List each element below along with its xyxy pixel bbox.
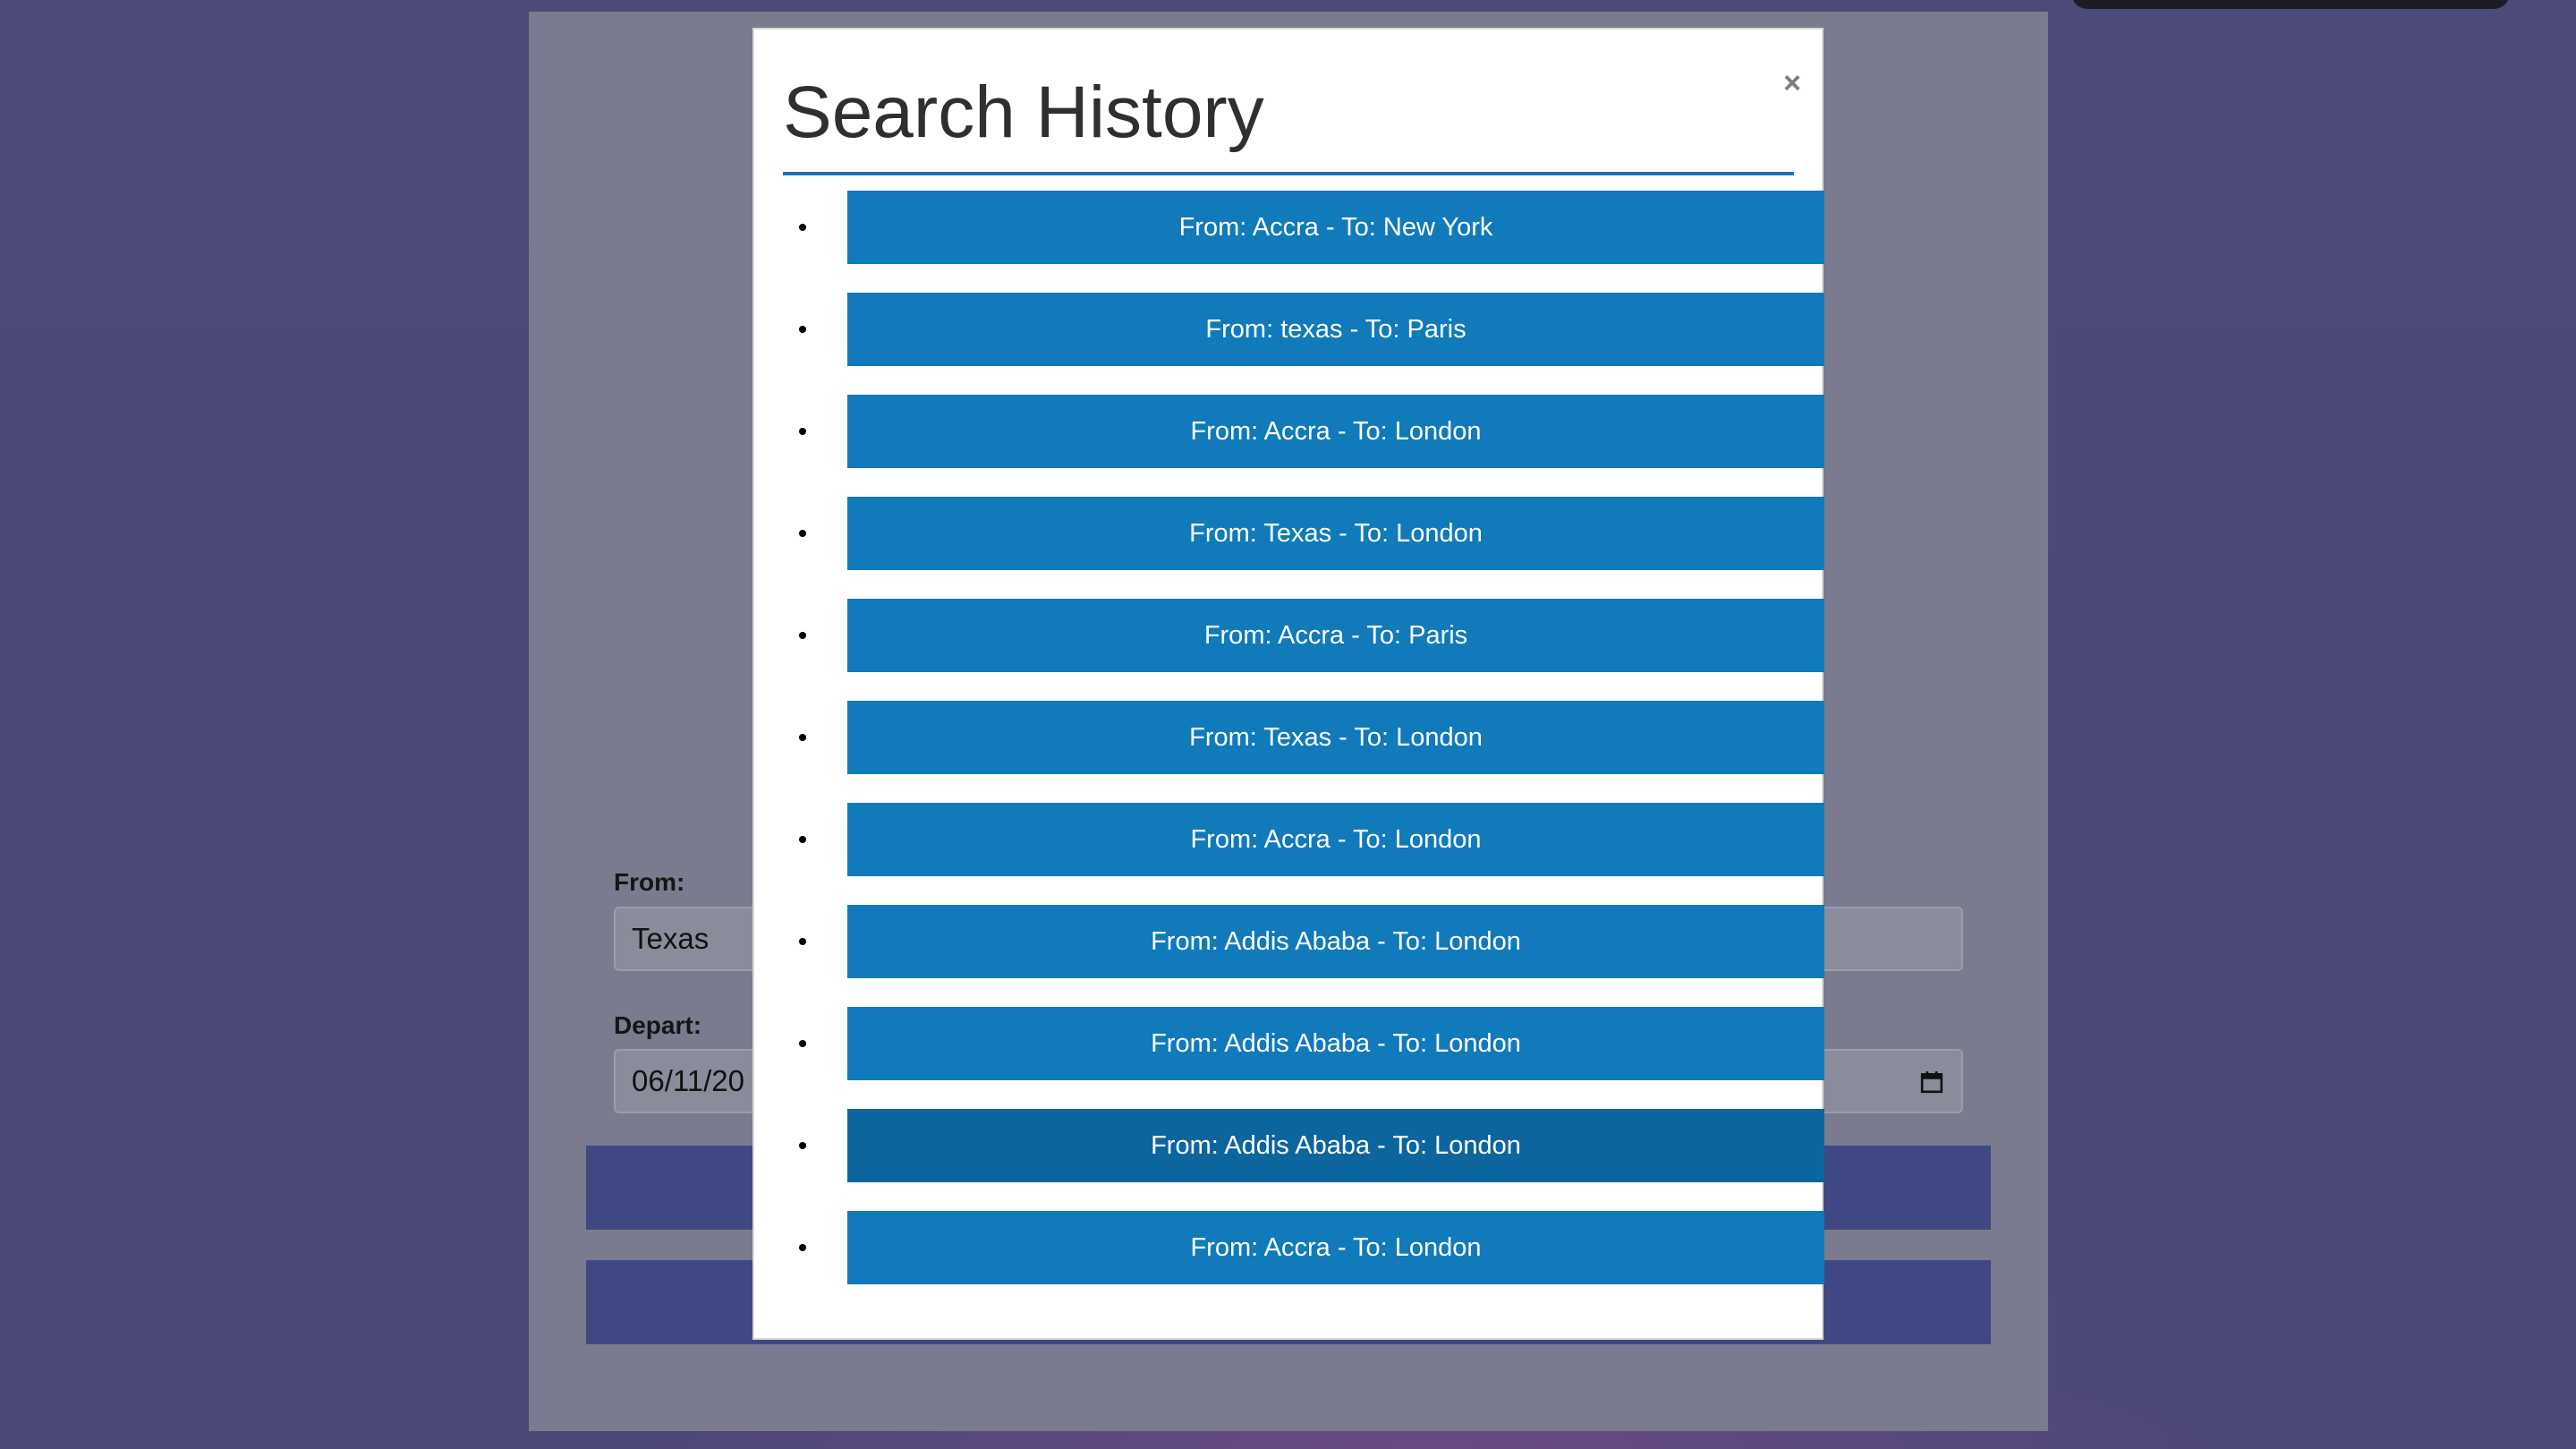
bullet-icon <box>799 938 806 945</box>
from-input-value: Texas <box>632 922 710 955</box>
list-item: From: Accra - To: Paris <box>783 599 1824 672</box>
history-entry-button[interactable]: From: Accra - To: New York <box>847 191 1824 264</box>
history-entry-button[interactable]: From: Addis Ababa - To: London <box>847 1007 1824 1080</box>
bullet-icon <box>799 836 806 843</box>
list-item: From: Texas - To: London <box>783 701 1824 774</box>
depart-label: Depart: <box>614 1011 702 1039</box>
list-item: From: texas - To: Paris <box>783 293 1824 366</box>
history-entry-button[interactable]: From: Accra - To: London <box>847 803 1824 876</box>
history-entry-button[interactable]: From: Texas - To: London <box>847 701 1824 774</box>
list-item: From: Addis Ababa - To: London <box>783 905 1824 978</box>
history-entry-button[interactable]: From: texas - To: Paris <box>847 293 1824 366</box>
close-icon[interactable]: × <box>1774 65 1810 101</box>
list-item: From: Accra - To: London <box>783 1211 1824 1284</box>
bullet-icon <box>799 1142 806 1149</box>
history-entry-button[interactable]: From: Addis Ababa - To: London <box>847 905 1824 978</box>
history-entry-button[interactable]: From: Texas - To: London <box>847 497 1824 570</box>
bullet-icon <box>799 326 806 333</box>
depart-input-value: 06/11/20 <box>632 1064 745 1097</box>
modal-title: Search History <box>783 72 1264 153</box>
history-entry-button-hovered[interactable]: From: Addis Ababa - To: London <box>847 1109 1824 1182</box>
top-right-bar <box>2071 0 2510 9</box>
from-label: From: <box>614 868 685 896</box>
list-item: From: Accra - To: London <box>783 803 1824 876</box>
history-entry-button[interactable]: From: Accra - To: London <box>847 1211 1824 1284</box>
bullet-icon <box>799 428 806 435</box>
history-entry-button[interactable]: From: Accra - To: Paris <box>847 599 1824 672</box>
bullet-icon <box>799 224 806 231</box>
search-history-modal: × Search History From: Accra - To: New Y… <box>752 28 1824 1340</box>
history-list: From: Accra - To: New York From: texas -… <box>783 191 1824 1313</box>
list-item: From: Accra - To: New York <box>783 191 1824 264</box>
list-item: From: Accra - To: London <box>783 395 1824 468</box>
calendar-icon[interactable] <box>1920 1070 1943 1094</box>
bullet-icon <box>799 734 806 741</box>
bullet-icon <box>799 1244 806 1251</box>
list-item: From: Addis Ababa - To: London <box>783 1007 1824 1080</box>
list-item: From: Texas - To: London <box>783 497 1824 570</box>
bullet-icon <box>799 1040 806 1047</box>
bullet-icon <box>799 632 806 639</box>
history-entry-button[interactable]: From: Accra - To: London <box>847 395 1824 468</box>
title-divider <box>783 172 1794 175</box>
bullet-icon <box>799 530 806 537</box>
list-item: From: Addis Ababa - To: London <box>783 1109 1824 1182</box>
